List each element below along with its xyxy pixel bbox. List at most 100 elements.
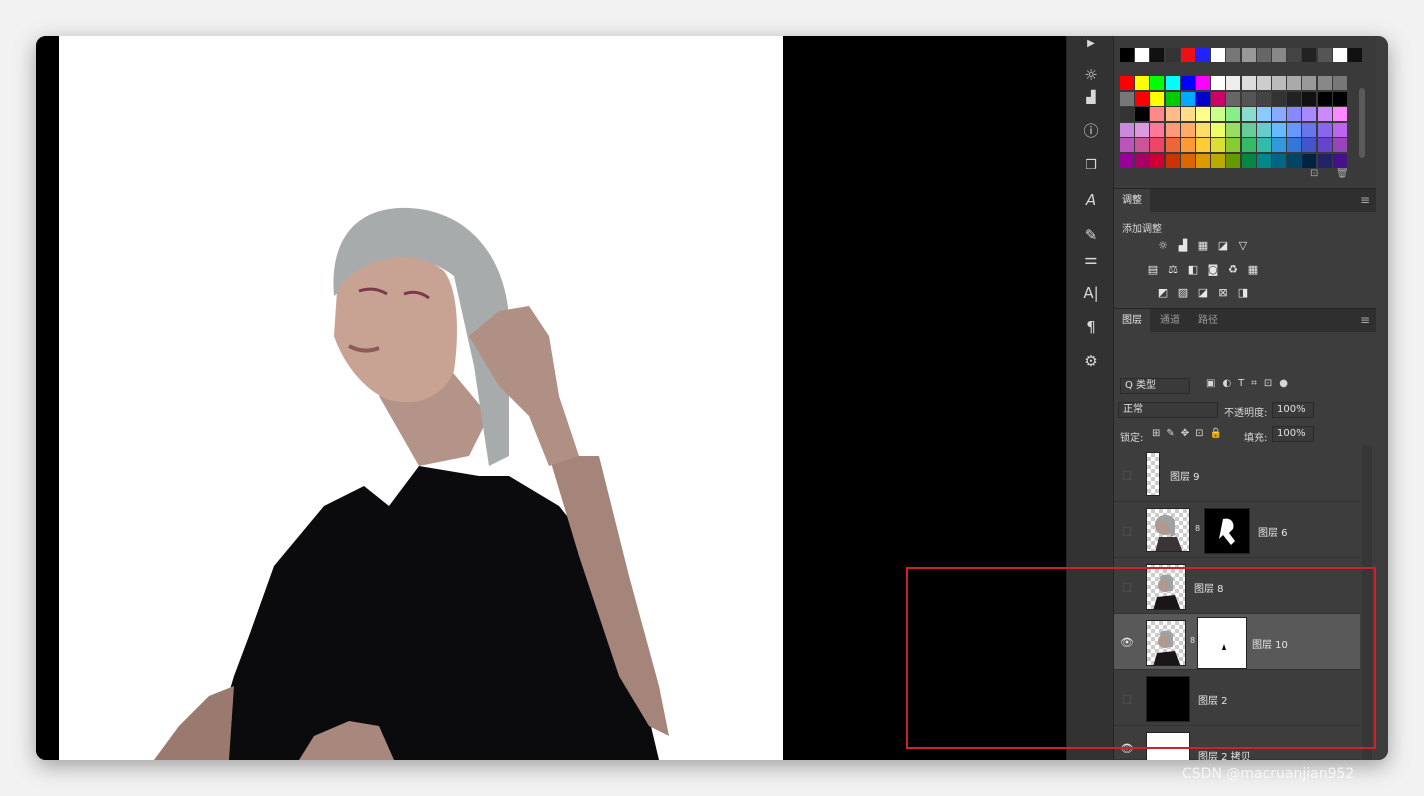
swatch[interactable] xyxy=(1180,138,1195,152)
swatch[interactable] xyxy=(1332,91,1347,106)
swatch[interactable] xyxy=(1272,153,1286,168)
vibrance-adjust-icon[interactable]: ▽ xyxy=(1236,240,1250,252)
swatch[interactable] xyxy=(1287,48,1302,62)
channel-mixer-icon[interactable]: ♻ xyxy=(1226,264,1240,276)
swatch[interactable] xyxy=(1120,76,1134,90)
swatch[interactable] xyxy=(1165,91,1180,106)
swatch[interactable] xyxy=(1150,48,1165,62)
hue-saturation-icon[interactable]: ▤ xyxy=(1146,264,1160,276)
swatch[interactable] xyxy=(1226,138,1241,152)
swatch[interactable] xyxy=(1317,153,1332,168)
swatch[interactable] xyxy=(1272,107,1286,121)
swatch[interactable] xyxy=(1150,107,1165,121)
filter-icons[interactable]: ▣◐T⌗⊡● xyxy=(1206,378,1295,389)
swatch[interactable] xyxy=(1196,138,1210,152)
swatch[interactable] xyxy=(1272,91,1286,106)
swatch[interactable] xyxy=(1256,48,1271,62)
visibility-toggle[interactable]: □ xyxy=(1120,468,1134,481)
swatch[interactable] xyxy=(1135,91,1150,106)
swatch[interactable] xyxy=(1302,107,1317,121)
swatch[interactable] xyxy=(1302,153,1317,168)
curves-adjust-icon[interactable]: ▦ xyxy=(1196,240,1210,252)
swatch[interactable] xyxy=(1332,107,1347,121)
swatch[interactable] xyxy=(1241,122,1256,137)
swatch[interactable] xyxy=(1120,107,1134,121)
panel-menu-icon[interactable]: ≡ xyxy=(1360,193,1370,207)
fill-input[interactable]: 100% xyxy=(1272,426,1314,442)
swatch[interactable] xyxy=(1287,107,1302,121)
swatch[interactable] xyxy=(1211,153,1226,168)
swatch[interactable] xyxy=(1165,48,1180,62)
swatch[interactable] xyxy=(1241,48,1256,62)
swatch[interactable] xyxy=(1196,122,1210,137)
swatch[interactable] xyxy=(1226,153,1241,168)
color-balance-icon[interactable]: ⚖ xyxy=(1166,264,1180,276)
layers-menu-icon[interactable]: ≡ xyxy=(1360,313,1370,327)
swatch[interactable] xyxy=(1256,138,1271,152)
swatch[interactable] xyxy=(1211,76,1226,90)
swatch[interactable] xyxy=(1135,107,1150,121)
swatch[interactable] xyxy=(1180,76,1195,90)
swatch[interactable] xyxy=(1287,76,1302,90)
swatch[interactable] xyxy=(1287,138,1302,152)
swatch[interactable] xyxy=(1196,91,1210,106)
visibility-toggle[interactable]: □ xyxy=(1120,524,1134,537)
tab-channels[interactable]: 通道 xyxy=(1152,309,1188,333)
swatch[interactable] xyxy=(1317,91,1332,106)
swatch[interactable] xyxy=(1287,153,1302,168)
swatch[interactable] xyxy=(1135,138,1150,152)
mask-link-icon[interactable]: 8 xyxy=(1195,524,1201,534)
color-lookup-icon[interactable]: ▦ xyxy=(1246,264,1260,276)
layer-filter-dropdown[interactable]: Q 类型 xyxy=(1120,378,1190,394)
swatch[interactable] xyxy=(1150,122,1165,137)
swatch[interactable] xyxy=(1165,76,1180,90)
swatch[interactable] xyxy=(1272,138,1286,152)
swatch[interactable] xyxy=(1226,76,1241,90)
swatch[interactable] xyxy=(1211,107,1226,121)
swatch[interactable] xyxy=(1287,91,1302,106)
gradient-map-icon[interactable]: ◨ xyxy=(1236,287,1250,299)
swatch[interactable] xyxy=(1211,138,1226,152)
swatch[interactable] xyxy=(1135,48,1150,62)
swatch[interactable] xyxy=(1211,48,1226,62)
layer-row-6[interactable]: □ 8 图层 6 xyxy=(1114,502,1360,558)
swatch[interactable] xyxy=(1226,91,1241,106)
swatch[interactable] xyxy=(1317,48,1332,62)
posterize-icon[interactable]: ▨ xyxy=(1176,287,1190,299)
swatch[interactable] xyxy=(1120,91,1134,106)
text-icon[interactable]: A| xyxy=(1067,280,1115,306)
swatch[interactable] xyxy=(1196,153,1210,168)
swatch[interactable] xyxy=(1150,91,1165,106)
swatch[interactable] xyxy=(1150,76,1165,90)
swatch[interactable] xyxy=(1256,153,1271,168)
swatch[interactable] xyxy=(1317,122,1332,137)
swatch[interactable] xyxy=(1165,107,1180,121)
brush-settings-icon[interactable]: ✎ xyxy=(1067,222,1115,248)
levels-icon[interactable]: ▟ xyxy=(1067,84,1115,110)
lock-icons[interactable]: ⊞✎✥⊡🔒 xyxy=(1152,428,1228,439)
swatch-icon[interactable]: ❒ xyxy=(1067,152,1115,178)
paragraph-icon[interactable]: ¶ xyxy=(1067,314,1115,340)
swatch[interactable] xyxy=(1196,76,1210,90)
swatch[interactable] xyxy=(1150,153,1165,168)
swatch[interactable] xyxy=(1272,122,1286,137)
swatch[interactable] xyxy=(1317,138,1332,152)
levels-adjust-icon[interactable]: ▟ xyxy=(1176,240,1190,252)
swatch[interactable] xyxy=(1256,91,1271,106)
swatch[interactable] xyxy=(1241,153,1256,168)
swatch[interactable] xyxy=(1180,107,1195,121)
opacity-input[interactable]: 100% xyxy=(1272,402,1314,418)
swatch[interactable] xyxy=(1241,138,1256,152)
swatch[interactable] xyxy=(1332,153,1347,168)
character-icon[interactable]: A xyxy=(1067,187,1115,213)
swatch[interactable] xyxy=(1226,107,1241,121)
swatch[interactable] xyxy=(1302,138,1317,152)
swatches-scrollbar[interactable] xyxy=(1359,88,1365,158)
invert-icon[interactable]: ◩ xyxy=(1156,287,1170,299)
exposure-adjust-icon[interactable]: ◪ xyxy=(1216,240,1230,252)
tab-adjustments[interactable]: 调整 xyxy=(1114,189,1150,213)
swatch[interactable] xyxy=(1135,153,1150,168)
swatch[interactable] xyxy=(1180,48,1195,62)
swatch[interactable] xyxy=(1211,91,1226,106)
swatch[interactable] xyxy=(1196,107,1210,121)
